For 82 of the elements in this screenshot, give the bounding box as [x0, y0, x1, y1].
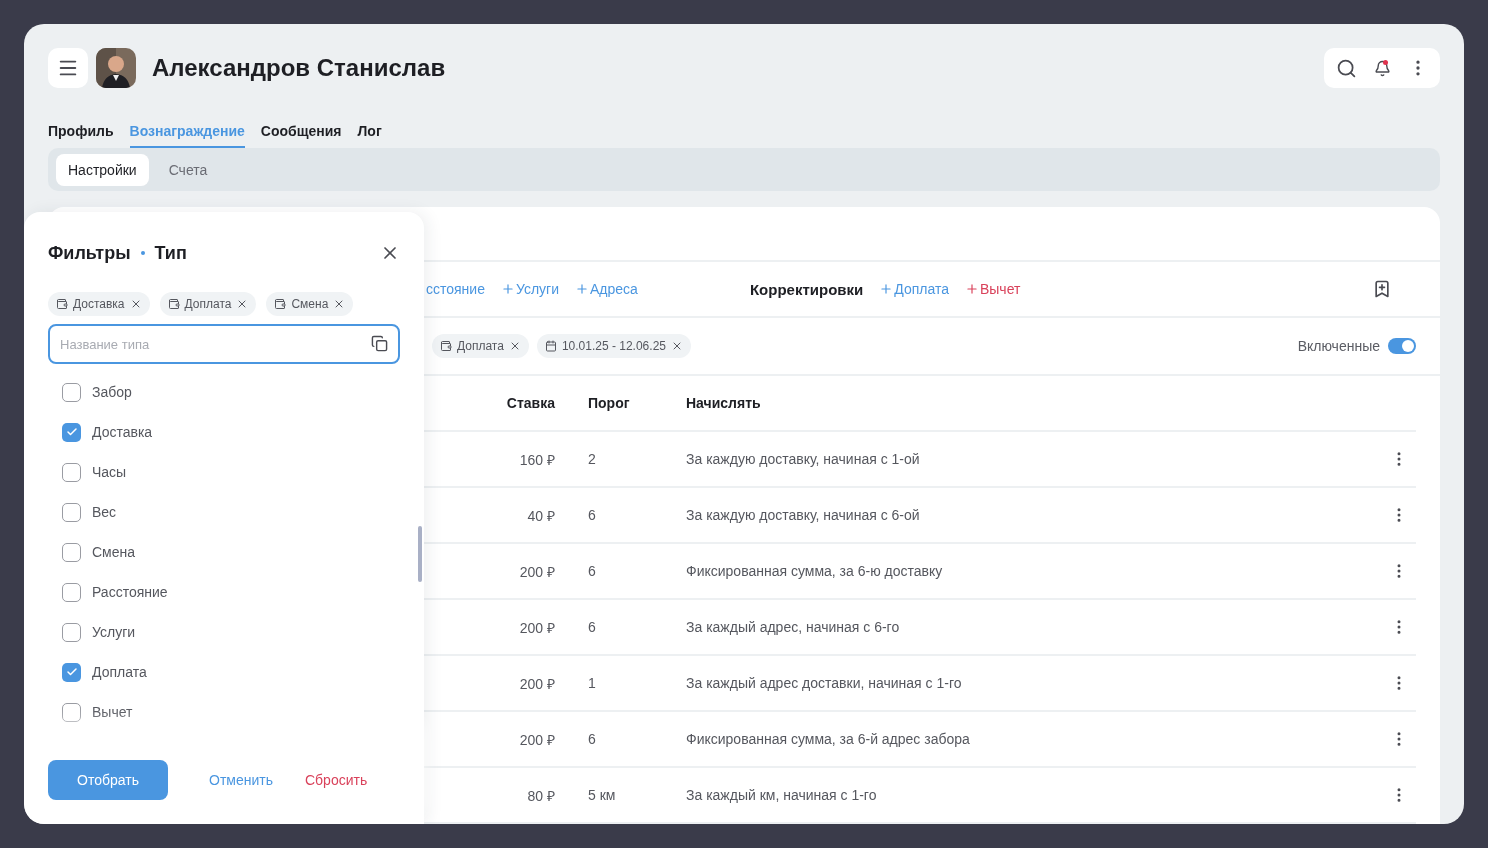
option-label: Расстояние [92, 584, 168, 600]
action-button[interactable]: Сбросить [289, 760, 384, 800]
panel-title: Фильтры [48, 242, 131, 264]
action-button[interactable]: Отобрать [48, 760, 168, 800]
table-cell-text: 6 [588, 507, 597, 523]
page-title: Александров Станислав [152, 54, 447, 82]
option-label: Смена [92, 544, 136, 560]
table-cell-text: 160 ₽ [518, 450, 555, 469]
subtab[interactable]: Счета [156, 153, 220, 186]
add-link[interactable]: Адреса [575, 281, 638, 297]
checkbox[interactable] [62, 582, 81, 602]
table-cell-text: 80 ₽ [526, 786, 555, 805]
table-cell-text: 6 [588, 731, 597, 747]
tab[interactable]: Сообщения [260, 115, 342, 148]
option-label: Вычет [92, 704, 133, 720]
checkbox[interactable] [62, 702, 81, 722]
checkbox[interactable] [62, 422, 81, 442]
table-cell-text: 200 ₽ [518, 562, 555, 581]
table-cell-text: 200 ₽ [518, 674, 555, 693]
checkbox[interactable] [62, 502, 81, 522]
search-field[interactable]: Название типа [48, 324, 400, 364]
table-cell-text: 200 ₽ [518, 618, 555, 637]
table-cell-text: За каждый адрес, начиная с 6-го [686, 619, 901, 635]
wallet-icon [56, 298, 68, 310]
chip-label: 10.01.25 - 12.06.25 [561, 339, 666, 353]
wallet-icon [167, 298, 180, 310]
table-cell-text: За каждую доставку, начиная с 1-ой [686, 451, 921, 467]
option-label: Доплата [92, 664, 147, 680]
wallet-icon [274, 298, 287, 310]
bell-icon[interactable] [1373, 59, 1391, 77]
action-button[interactable]: Отменить [193, 760, 289, 800]
remove-icon[interactable] [671, 340, 683, 352]
chip-label: Доставка [73, 297, 125, 311]
table-cell-text: За каждый адрес доставки, начиная с 1-го [686, 675, 963, 691]
menu-button[interactable] [48, 48, 88, 88]
add-link[interactable]: Услуги [500, 281, 560, 297]
check-icon [65, 426, 78, 438]
checkbox[interactable] [62, 662, 81, 682]
check-icon [65, 666, 78, 678]
toggle-label: Включенные [1297, 338, 1380, 354]
table-cell-text: 5 км [588, 787, 617, 803]
section-title: Корректировки [749, 280, 864, 298]
checkbox[interactable] [62, 462, 81, 482]
wallet-icon [440, 340, 452, 352]
chip-label: Доплата [184, 297, 232, 311]
calendar-icon [544, 340, 557, 352]
table-cell-text: Фиксированная сумма, за 6-ю доставку [686, 563, 944, 579]
option-label: Услуги [92, 624, 136, 640]
table-cell-text: 40 ₽ [526, 506, 555, 525]
table-cell-text: За каждый км, начиная с 1-го [686, 787, 878, 803]
checkbox[interactable] [62, 542, 81, 562]
bookmark-icon[interactable] [1372, 279, 1392, 299]
option-label: Вес [92, 504, 117, 520]
table-cell-text: 6 [588, 563, 597, 579]
column-header: Начислять [686, 395, 762, 411]
subtab[interactable]: Настройки [56, 153, 149, 186]
checkbox[interactable] [62, 382, 81, 402]
option-label: Часы [92, 464, 127, 480]
add-link[interactable]: Вычет [964, 281, 1021, 297]
table-cell-text: 2 [588, 451, 597, 467]
table-cell-text: 6 [588, 619, 597, 635]
column-header: Порог [588, 395, 631, 411]
table-cell-text: 200 ₽ [518, 730, 555, 749]
table-cell-text: 1 [588, 675, 597, 691]
toggle-switch[interactable] [1388, 338, 1416, 354]
column-header: Ставка [505, 395, 555, 411]
plus-icon [964, 282, 979, 296]
tab[interactable]: Профиль [48, 115, 114, 148]
chip-label: Смена [291, 297, 329, 311]
panel-subtitle: Тип [154, 242, 187, 264]
option-label: Доставка [92, 424, 153, 440]
add-link[interactable]: сстояние [426, 281, 485, 297]
checkbox[interactable] [62, 622, 81, 642]
table-cell-text: За каждую доставку, начиная с 6-ой [686, 507, 921, 523]
plus-icon [879, 282, 894, 296]
tab[interactable]: Лог [357, 115, 382, 148]
table-cell-text: Фиксированная сумма, за 6-й адрес забора [686, 731, 971, 747]
add-link[interactable]: Доплата [879, 281, 949, 297]
separator-dot [140, 251, 145, 255]
copy-icon[interactable] [371, 335, 388, 352]
chip-label: Доплата [457, 339, 504, 353]
option-label: Забор [92, 384, 132, 400]
